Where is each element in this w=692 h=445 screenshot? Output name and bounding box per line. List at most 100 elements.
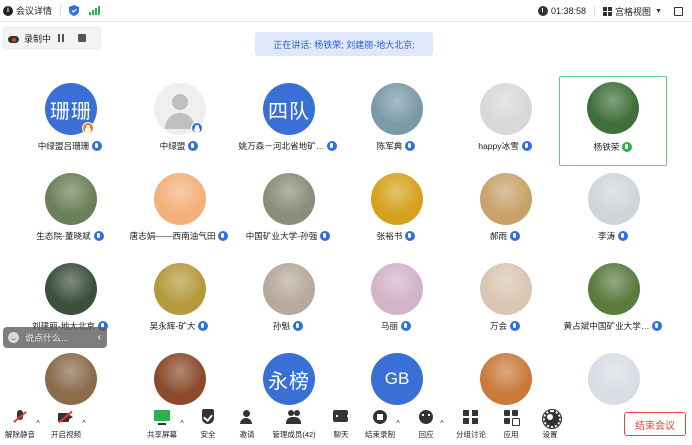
participant-tile[interactable]: 生态院-董晓斌: [16, 166, 124, 256]
participant-name-row: 郝雨: [451, 230, 559, 242]
stop-recording-button[interactable]: [78, 34, 87, 42]
top-bar: i 会议详情 01:38:58 宫格视图 ▼: [0, 0, 692, 22]
chat-input-bar[interactable]: 说点什么... ‹: [3, 327, 107, 348]
participant-tile[interactable]: 杨铁荣: [559, 76, 667, 166]
apps-button[interactable]: 应用: [489, 409, 533, 440]
participant-name-row: 李涛: [559, 230, 667, 242]
cloud-record-icon: [8, 34, 20, 43]
participant-name-row: happy冰雪: [451, 140, 559, 152]
participant-name: 万会: [489, 321, 508, 331]
manage-members-label: 管理成员(42): [272, 430, 316, 439]
participant-tile[interactable]: 陈军典: [342, 76, 450, 166]
participant-tile[interactable]: happy冰雪: [451, 76, 559, 166]
participant-name-row: 孙魁: [234, 320, 342, 332]
meeting-info[interactable]: i 会议详情: [3, 4, 52, 17]
chevron-up-icon[interactable]: ^: [396, 419, 400, 428]
participant-name-row: 中国矿业大学-孙强: [234, 230, 342, 242]
chevron-up-icon[interactable]: ^: [36, 419, 40, 428]
avatar-photo: [588, 263, 640, 315]
window-icon[interactable]: [674, 6, 683, 16]
mic-icon: [401, 321, 412, 331]
participant-tile[interactable]: 万会: [451, 256, 559, 346]
participant-name-row: 黄占斌中国矿业大学…: [559, 320, 667, 332]
participant-tile[interactable]: 中绿盟: [125, 76, 233, 166]
participant-tile[interactable]: 吴永辉-矿大: [125, 256, 233, 346]
chat-button[interactable]: 聊天: [319, 409, 363, 440]
emoji-icon[interactable]: [8, 332, 19, 343]
meeting-window: i 会议详情 01:38:58 宫格视图 ▼ 录制中 正在讲话: 杨铁荣; 刘建…: [0, 0, 692, 445]
participant-tile[interactable]: 黄占斌中国矿业大学…: [559, 256, 667, 346]
participant-name: 陈军典: [376, 141, 403, 151]
stop-recording-label: 结束录制: [365, 430, 395, 439]
reaction-icon: [418, 409, 434, 425]
avatar: GB: [371, 353, 423, 405]
avatar-photo: [154, 263, 206, 315]
participant-tile[interactable]: 孙魁: [234, 256, 342, 346]
divider: [594, 5, 596, 17]
share-screen-button[interactable]: 共享屏幕: [140, 409, 184, 440]
apps-icon: [503, 409, 520, 426]
reaction-label: 回应: [418, 430, 434, 439]
mic-icon: [218, 231, 229, 241]
participant-tile[interactable]: 唐志娟——西南油气田: [125, 166, 233, 256]
security-button[interactable]: 安全: [186, 409, 230, 440]
start-video-label: 开启视频: [51, 430, 81, 439]
participant-name: 姚万森－河北省地矿…: [238, 141, 325, 151]
meeting-duration: 01:38:58: [551, 6, 587, 16]
shield-icon[interactable]: [69, 5, 80, 16]
end-meeting-label: 结束会议: [635, 420, 675, 432]
avatar-photo: [154, 353, 206, 405]
grid-view-icon: [603, 6, 613, 16]
end-meeting-button[interactable]: 结束会议: [624, 412, 686, 436]
participant-name-row: 马丽: [342, 320, 450, 332]
mic-icon: [188, 141, 199, 151]
recording-indicator: 录制中: [4, 28, 100, 48]
mic-icon: [510, 231, 521, 241]
breakout-label: 分组讨论: [456, 430, 486, 439]
mic-icon: [618, 231, 629, 241]
info-icon: i: [3, 5, 13, 16]
speaking-banner: 正在讲话: 杨铁荣; 刘建丽-地大北京;: [255, 32, 433, 56]
participant-name: 杨铁荣: [593, 142, 620, 152]
participant-name: 生态院-董晓斌: [36, 231, 91, 241]
participant-tile[interactable]: 珊珊 中绿盟吕珊珊: [16, 76, 124, 166]
avatar-photo: [480, 353, 532, 405]
participant-name-row: 吴永辉-矿大: [125, 320, 233, 332]
participant-name: 中国矿业大学-孙强: [245, 231, 318, 241]
signal-icon[interactable]: [89, 6, 101, 15]
avatar-photo: [588, 173, 640, 225]
clock-icon: [538, 6, 548, 16]
participant-tile[interactable]: 四队 姚万森－河北省地矿…: [234, 76, 342, 166]
participant-tile[interactable]: 李涛: [559, 166, 667, 256]
participant-tile[interactable]: 中国矿业大学-孙强: [234, 166, 342, 256]
mic-icon: [93, 231, 104, 241]
breakout-button[interactable]: 分组讨论: [449, 409, 493, 440]
chevron-down-icon: ▼: [655, 7, 662, 15]
apps-label: 应用: [503, 430, 519, 439]
avatar-text: 永榜: [268, 370, 310, 393]
participant-name: 中绿盟: [159, 141, 186, 151]
avatar-photo: [371, 83, 423, 135]
avatar-text: 珊珊: [50, 100, 92, 123]
participant-tile[interactable]: 马丽: [342, 256, 450, 346]
participant-tile[interactable]: 张裕书: [342, 166, 450, 256]
avatar-photo: [480, 263, 532, 315]
manage-members-button[interactable]: 管理成员(42): [272, 409, 316, 440]
participant-name: 郝雨: [489, 231, 508, 241]
view-switcher[interactable]: 宫格视图 ▼: [603, 5, 662, 18]
chevron-up-icon[interactable]: ^: [82, 419, 86, 428]
chat-icon: [333, 409, 349, 425]
participant-tile[interactable]: 郝雨: [451, 166, 559, 256]
chevron-left-icon[interactable]: ‹: [98, 332, 101, 343]
invite-button[interactable]: 邀请: [225, 409, 269, 440]
chevron-up-icon[interactable]: ^: [180, 419, 184, 428]
pause-recording-button[interactable]: [58, 34, 65, 42]
chevron-up-icon[interactable]: ^: [440, 419, 444, 428]
invite-label: 邀请: [239, 430, 255, 439]
avatar-photo: [45, 353, 97, 405]
avatar-photo: [587, 82, 639, 134]
settings-button[interactable]: 设置: [528, 409, 572, 440]
participant-name-row: 唐志娟——西南油气田: [125, 230, 233, 242]
breakout-icon: [463, 409, 479, 425]
mic-speaking-icon: [622, 142, 633, 152]
